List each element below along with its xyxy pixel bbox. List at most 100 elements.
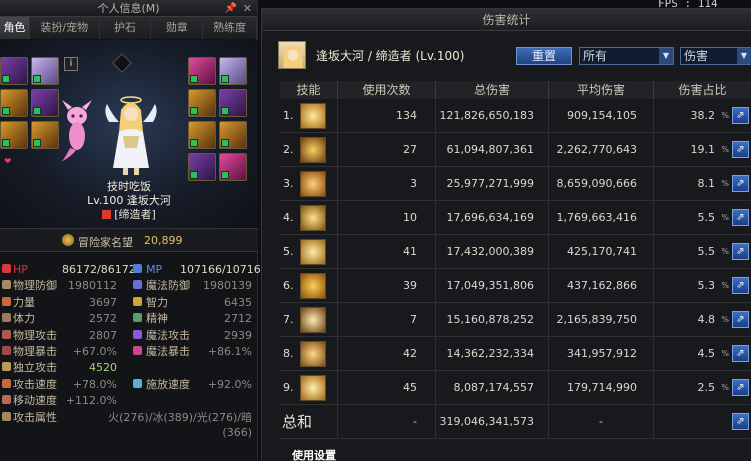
share-cell: 4.8% ⇗ xyxy=(654,303,751,337)
skill-icon[interactable] xyxy=(300,239,326,265)
stat-icon xyxy=(133,345,142,355)
col-total[interactable]: 总伤害 xyxy=(436,81,549,99)
share-icon[interactable]: ⇗ xyxy=(732,311,749,328)
gem-icon xyxy=(112,53,132,73)
stat-value: 2712 xyxy=(224,312,252,326)
col-share[interactable]: 伤害占比 xyxy=(654,81,751,99)
col-count[interactable]: 使用次数 xyxy=(338,81,436,99)
skill-icon[interactable] xyxy=(300,205,326,231)
share-value: 38.2 xyxy=(690,109,716,122)
stat-icon xyxy=(2,378,11,388)
equip-slot-belt[interactable] xyxy=(31,121,59,149)
skill-icon[interactable] xyxy=(300,307,326,333)
tab-character[interactable]: 角色 xyxy=(0,17,30,39)
total-damage-value: 121,826,650,183 xyxy=(436,99,549,133)
share-icon[interactable]: ⇗ xyxy=(732,209,749,226)
share-cell: 5.5% ⇗ xyxy=(654,235,751,269)
share-icon[interactable]: ⇗ xyxy=(732,379,749,396)
skill-rank: 6. xyxy=(283,279,294,292)
damage-stats-title[interactable]: 伤害统计 xyxy=(262,9,751,31)
equip-slot-top[interactable] xyxy=(0,89,28,117)
share-icon[interactable]: ⇗ xyxy=(732,277,749,294)
skill-icon[interactable] xyxy=(300,171,326,197)
share-cell: 19.1% ⇗ xyxy=(654,133,751,167)
equip-slot-support[interactable] xyxy=(188,121,216,149)
use-count: 3 xyxy=(338,167,436,201)
share-icon[interactable]: ⇗ xyxy=(732,175,749,192)
stat-icon xyxy=(2,313,11,323)
stat-value: 2939 xyxy=(224,328,252,342)
equip-slot-title[interactable] xyxy=(31,57,59,85)
stat-label: 物理攻击 xyxy=(13,328,57,342)
stat-icon xyxy=(2,411,11,421)
share-cell: 2.5% ⇗ xyxy=(654,371,751,405)
metric-select-value: 伤害 xyxy=(684,49,709,63)
total-damage-value: 17,432,000,389 xyxy=(436,235,549,269)
settings-label[interactable]: 使用设置 xyxy=(292,447,336,461)
percent-sign: % xyxy=(721,315,729,324)
share-icon[interactable]: ⇗ xyxy=(732,243,749,260)
stat-row: 独立攻击 4520 xyxy=(0,359,258,375)
skill-cell: 3. xyxy=(280,167,338,201)
average-damage-value: 425,170,741 xyxy=(549,235,654,269)
stat-row: 攻击属性 火(276)/冰(389)/光(276)/暗(366) xyxy=(0,409,258,439)
equip-slot-bracelet[interactable] xyxy=(219,57,247,85)
equip-slot-aura[interactable] xyxy=(188,57,216,85)
stat-label: 物理暴击 xyxy=(13,344,57,358)
tab-costume-pet[interactable]: 装扮/宠物 xyxy=(29,17,100,39)
guild-name: 技时吃饭 xyxy=(107,180,151,193)
stat-label: 体力 xyxy=(13,312,35,326)
equip-slot-weapon[interactable] xyxy=(0,57,28,85)
damage-row: 9. 45 8,087,174,557 179,714,990 2.5% ⇗ xyxy=(280,371,751,405)
stat-label: MP xyxy=(146,263,163,276)
percent-sign: % xyxy=(721,179,729,188)
stat-icon xyxy=(133,280,142,290)
total-average: - xyxy=(549,405,654,439)
tab-medal[interactable]: 勋章 xyxy=(151,17,204,39)
equip-slot-bottom[interactable] xyxy=(0,121,28,149)
stat-value: +92.0% xyxy=(207,377,252,391)
col-skill[interactable]: 技能 xyxy=(280,81,338,99)
skill-icon[interactable] xyxy=(300,103,326,129)
skill-icon[interactable] xyxy=(300,375,326,401)
total-damage-value: 17,049,351,806 xyxy=(436,269,549,303)
info-button[interactable]: i xyxy=(64,57,78,71)
stat-row: 体力 2572 精神 2712 xyxy=(0,310,258,326)
skill-icon[interactable] xyxy=(300,341,326,367)
range-select[interactable]: 所有 ▼ xyxy=(579,47,674,65)
equip-slot-earring[interactable] xyxy=(188,153,216,181)
skill-rank: 2. xyxy=(283,143,294,156)
share-icon[interactable]: ⇗ xyxy=(732,107,749,124)
use-count: 39 xyxy=(338,269,436,303)
skill-icon[interactable] xyxy=(300,137,326,163)
total-damage-value: 8,087,174,557 xyxy=(436,371,549,405)
close-icon[interactable]: ✕ xyxy=(243,0,252,17)
equip-slot-magic-stone[interactable] xyxy=(219,121,247,149)
stat-value: +86.1% xyxy=(207,344,252,358)
share-icon[interactable]: ⇗ xyxy=(732,141,749,158)
share-icon[interactable]: ⇗ xyxy=(732,413,749,430)
share-cell: 8.1% ⇗ xyxy=(654,167,751,201)
equip-slot-shoes[interactable] xyxy=(219,153,247,181)
metric-select[interactable]: 伤害 ▼ xyxy=(680,47,751,65)
character-panel-title: 个人信息(M) xyxy=(97,2,160,15)
tab-talisman[interactable]: 护石 xyxy=(99,17,152,39)
damage-row: 4. 10 17,696,634,169 1,769,663,416 5.5% ⇗ xyxy=(280,201,751,235)
skill-rank: 1. xyxy=(283,109,294,122)
damage-table: 技能 使用次数 总伤害 平均伤害 伤害占比 1. 134 121,826,650,1… xyxy=(280,81,751,439)
equip-slot-necklace[interactable] xyxy=(188,89,216,117)
skill-icon[interactable] xyxy=(300,273,326,299)
reset-button[interactable]: 重置 xyxy=(516,47,572,65)
skill-cell: 8. xyxy=(280,337,338,371)
equip-slot-ring[interactable] xyxy=(219,89,247,117)
col-average[interactable]: 平均伤害 xyxy=(549,81,654,99)
stat-row: 物理攻击 2807 魔法攻击 2939 xyxy=(0,327,258,343)
stat-icon xyxy=(2,280,11,290)
skill-cell: 9. xyxy=(280,371,338,405)
equip-slot-head[interactable] xyxy=(31,89,59,117)
pin-icon[interactable]: 📌 xyxy=(225,0,237,17)
tab-proficiency[interactable]: 熟练度 xyxy=(203,17,258,39)
chevron-down-icon: ▼ xyxy=(737,48,751,64)
character-panel-titlebar[interactable]: 个人信息(M) 📌 ✕ xyxy=(0,0,257,17)
share-icon[interactable]: ⇗ xyxy=(732,345,749,362)
